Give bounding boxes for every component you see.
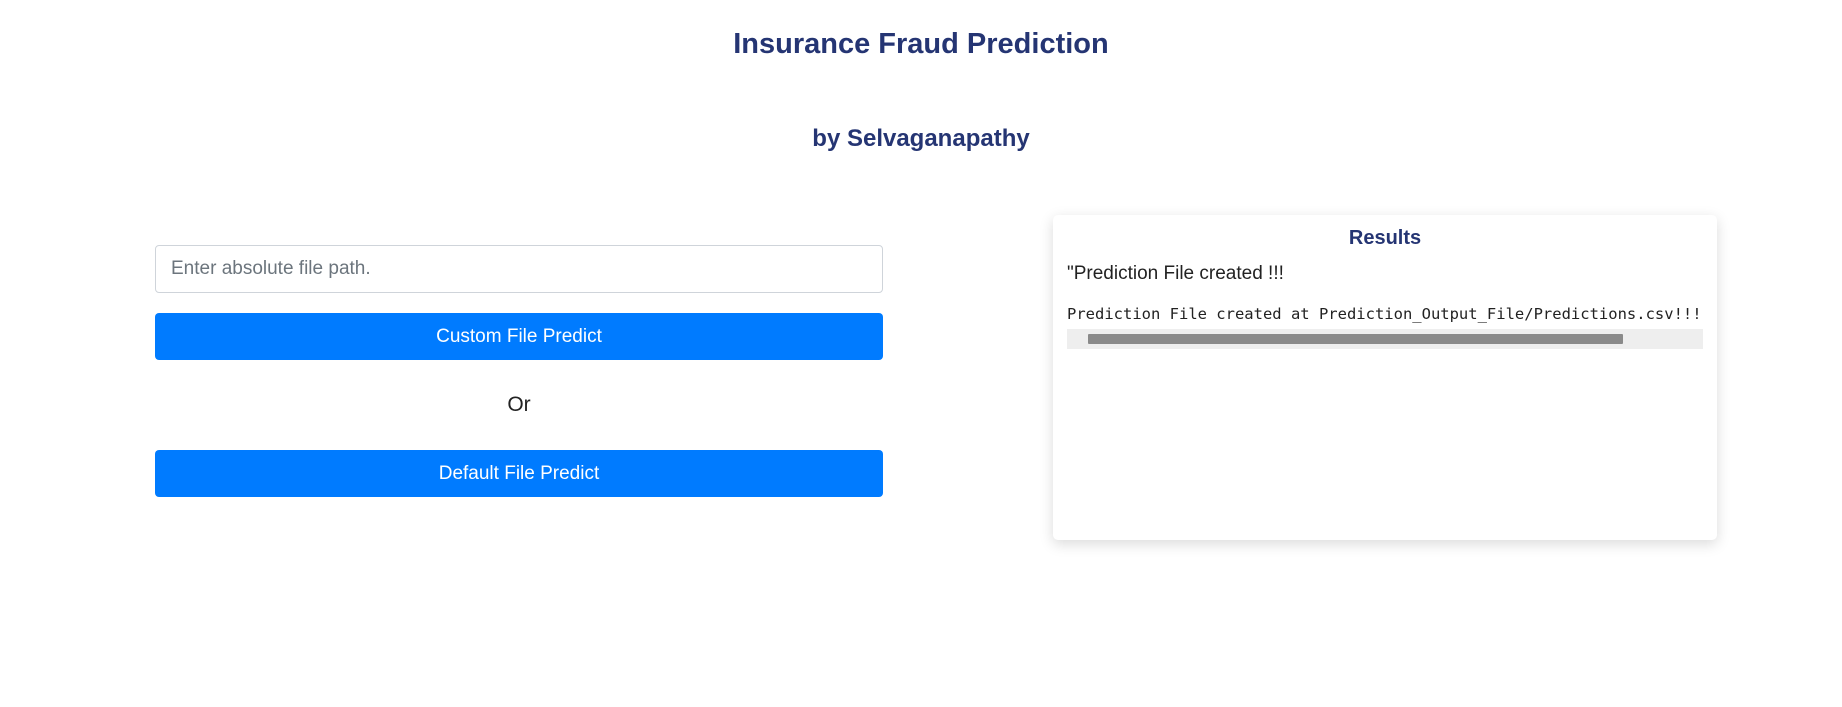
page-subtitle: by Selvaganapathy <box>812 125 1030 152</box>
horizontal-scrollbar[interactable] <box>1067 329 1703 349</box>
page-title: Insurance Fraud Prediction <box>733 28 1109 60</box>
prediction-form: Custom File Predict Or Default File Pred… <box>155 245 883 497</box>
scrollbar-thumb[interactable] <box>1088 334 1623 344</box>
results-panel: Results "Prediction File created !!! Pre… <box>1053 215 1717 540</box>
page: Insurance Fraud Prediction by Selvaganap… <box>0 0 1842 707</box>
default-file-predict-button[interactable]: Default File Predict <box>155 450 883 497</box>
results-output: Prediction File created at Prediction_Ou… <box>1067 305 1702 323</box>
results-title: Results <box>1348 227 1422 249</box>
results-message: "Prediction File created !!! <box>1067 263 1284 284</box>
or-separator: Or <box>507 393 531 416</box>
file-path-input[interactable] <box>155 245 883 293</box>
custom-file-predict-button[interactable]: Custom File Predict <box>155 313 883 360</box>
